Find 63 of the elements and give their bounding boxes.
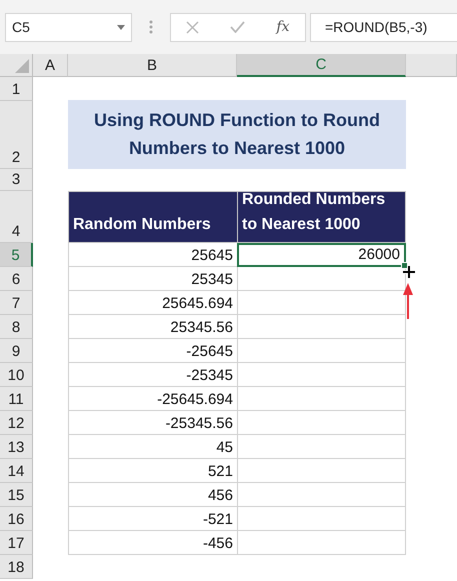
column-header[interactable]: C xyxy=(237,54,406,77)
row-header[interactable]: 3 xyxy=(0,169,33,191)
insert-function-button[interactable]: fx xyxy=(276,19,290,35)
row-header[interactable]: 15 xyxy=(0,483,33,507)
table-cell[interactable] xyxy=(237,507,406,531)
table-cell: 25345.56 xyxy=(68,315,237,339)
row-header[interactable]: 12 xyxy=(0,411,33,435)
column-heading: Rounded Numbers to Nearest 1000 xyxy=(237,191,406,243)
table-cell: 25645 xyxy=(68,243,237,267)
row-header[interactable]: 17 xyxy=(0,531,33,555)
check-icon[interactable] xyxy=(230,21,246,33)
select-all-icon[interactable] xyxy=(15,59,29,73)
row-header[interactable]: 6 xyxy=(0,267,33,291)
table-cell: -25345 xyxy=(68,363,237,387)
table-cell: 456 xyxy=(68,483,237,507)
crosshair-cursor-icon xyxy=(403,266,415,278)
column-heading: Random Numbers xyxy=(68,191,237,243)
table-cell[interactable] xyxy=(237,363,406,387)
column-header[interactable] xyxy=(406,54,457,77)
row-header[interactable]: 10 xyxy=(0,363,33,387)
row-header[interactable]: 9 xyxy=(0,339,33,363)
row-header[interactable]: 4 xyxy=(0,191,33,243)
table-cell: -456 xyxy=(68,531,237,555)
table-cell[interactable] xyxy=(237,531,406,555)
arrow-icon xyxy=(403,283,413,319)
table-cell: 521 xyxy=(68,459,237,483)
table-cell[interactable] xyxy=(237,339,406,363)
grip-icon xyxy=(149,20,153,34)
row-header[interactable]: 2 xyxy=(0,101,33,169)
row-header[interactable]: 7 xyxy=(0,291,33,315)
table-cell: 25345 xyxy=(68,267,237,291)
name-box[interactable]: C5 xyxy=(5,12,132,42)
table-cell[interactable] xyxy=(237,411,406,435)
dropdown-caret-icon[interactable] xyxy=(117,24,125,30)
table-cell: -25345.56 xyxy=(68,411,237,435)
table-cell[interactable] xyxy=(237,267,406,291)
table-cell[interactable] xyxy=(237,435,406,459)
table-cell: -521 xyxy=(68,507,237,531)
fill-handle[interactable] xyxy=(401,262,408,269)
table-cell[interactable] xyxy=(237,459,406,483)
table-cell[interactable] xyxy=(237,315,406,339)
table-cell: 25645.694 xyxy=(68,291,237,315)
row-header[interactable]: 16 xyxy=(0,507,33,531)
formula-field[interactable]: =ROUND(B5,-3) xyxy=(310,12,457,42)
table-cell[interactable] xyxy=(237,387,406,411)
table-cell[interactable] xyxy=(237,291,406,315)
row-header[interactable]: 5 xyxy=(0,243,33,267)
column-header[interactable]: A xyxy=(33,54,68,77)
cell-reference: C5 xyxy=(12,19,30,35)
row-header[interactable]: 13 xyxy=(0,435,33,459)
row-header[interactable]: 8 xyxy=(0,315,33,339)
row-header[interactable]: 1 xyxy=(0,77,33,101)
row-header[interactable]: 18 xyxy=(0,555,33,579)
sheet-title: Using ROUND Function to Round Numbers to Nearest 1000 xyxy=(68,100,406,169)
table-cell: -25645 xyxy=(68,339,237,363)
table-cell: 45 xyxy=(68,435,237,459)
row-header[interactable]: 11 xyxy=(0,387,33,411)
table-cell: -25645.694 xyxy=(68,387,237,411)
column-header[interactable]: B xyxy=(68,54,237,77)
row-header[interactable]: 14 xyxy=(0,459,33,483)
cancel-icon[interactable] xyxy=(186,20,200,34)
table-cell[interactable]: 26000 xyxy=(237,243,406,267)
table-cell[interactable] xyxy=(237,483,406,507)
